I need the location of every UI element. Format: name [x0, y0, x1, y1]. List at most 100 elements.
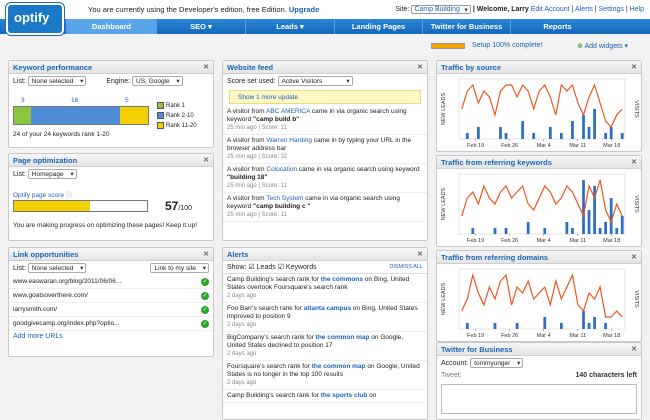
list-select[interactable]: None selected — [27, 76, 87, 86]
visitor-org-link[interactable]: ABC AMERICA — [266, 108, 310, 115]
score-set-select[interactable]: Active Visitors — [277, 76, 353, 86]
widget-header: Traffic by source ✕ — [437, 61, 641, 74]
show-more-update[interactable]: Show 1 more update — [229, 90, 421, 104]
lead-bar — [587, 323, 591, 329]
list-label: List: — [13, 171, 26, 178]
lead-bar — [543, 228, 547, 234]
x-tick-label: Mar 11 — [569, 333, 586, 339]
tab-seo[interactable]: SEO ▾ — [156, 19, 245, 34]
feed-list: A visitor from ABC AMERICA came in via o… — [223, 106, 427, 222]
lead-bar — [593, 109, 596, 139]
list-select[interactable]: Homepage — [27, 169, 77, 179]
list-select[interactable]: None selected — [27, 263, 87, 273]
close-icon[interactable]: ✕ — [631, 63, 637, 71]
optimization-filters: List: Homepage — [9, 167, 213, 181]
close-icon[interactable]: ✕ — [203, 156, 209, 164]
help-icon[interactable]: ⓘ — [66, 192, 73, 199]
alert-list: Camp Building's search rank for the comm… — [223, 274, 427, 403]
alert-meta: 2 days ago — [227, 322, 257, 328]
rank-segment[interactable] — [120, 107, 148, 124]
page-optimization-widget: Page optimization ✕ List: Homepage Optify… — [8, 153, 214, 241]
close-icon[interactable]: ✕ — [417, 63, 423, 71]
link-url[interactable]: www.easwaran.org/blog/2011/06/06... — [13, 278, 121, 285]
y-axis-label: NEW LEADS — [441, 187, 447, 220]
referring-domains-chart: NEW LEADS VISITS Feb 19 Feb 26 Mar 4 Mar 11 Ma… — [441, 268, 639, 339]
lead-bar — [604, 323, 608, 329]
alert-keyword-link[interactable]: the sports club — [321, 392, 368, 399]
check-icon: ✓ — [201, 277, 209, 286]
alert-meta: 2 days ago — [227, 380, 257, 386]
widget-title: Twitter for Business — [441, 345, 513, 354]
optify-logo[interactable]: optify — [6, 3, 64, 35]
legend-rank2: Rank 2-10 — [157, 111, 197, 121]
alerts-link[interactable]: Alerts — [575, 6, 593, 13]
x-tick-label: Mar 4 — [537, 238, 551, 244]
add-widgets-button[interactable]: ⊕ Add widgets ▾ — [577, 42, 628, 50]
close-icon[interactable]: ✕ — [203, 250, 209, 258]
link-row: www.easwaran.org/blog/2011/06/06... ✓ — [9, 275, 213, 289]
rank1-count[interactable]: 3 — [21, 97, 25, 104]
site-select[interactable]: Camp Building — [411, 5, 471, 14]
alert-keyword-link[interactable]: the common map — [312, 363, 366, 370]
keyword-rank-bar — [13, 106, 149, 125]
alert-keyword-link[interactable]: the commons — [321, 276, 363, 283]
chars-left: 140 characters left — [575, 372, 637, 379]
link-url[interactable]: larrysmith.com/ — [13, 306, 57, 313]
lead-bar — [582, 311, 585, 329]
check-icon: ✓ — [201, 319, 209, 328]
legend-label: Rank 11-20 — [166, 123, 197, 129]
rank3-count[interactable]: 5 — [125, 97, 129, 104]
alerts-filters: Show: ☑ Leads ☑ Keywords DISMISS ALL — [223, 261, 427, 274]
link-url[interactable]: goodgivecamp.org/index.php?optio... — [13, 320, 120, 327]
close-icon[interactable]: ✕ — [631, 253, 637, 261]
link-url[interactable]: www.goatsoverthere.com/ — [13, 292, 88, 299]
visitor-org-link[interactable]: Warren Harding — [266, 137, 312, 144]
settings-link[interactable]: Settings — [599, 6, 624, 13]
tab-leads[interactable]: Leads ▾ — [245, 19, 334, 34]
rank-segment[interactable] — [14, 107, 31, 124]
close-icon[interactable]: ✕ — [203, 63, 209, 71]
alert-item: Foursquare's search rank for the common … — [223, 361, 427, 390]
close-icon[interactable]: ✕ — [631, 158, 637, 166]
close-icon[interactable]: ✕ — [417, 250, 423, 258]
rank2-count[interactable]: 16 — [71, 97, 78, 104]
referring-keywords-widget: Traffic from referring keywords ✕ NEW LEA… — [436, 155, 642, 247]
close-icon[interactable]: ✕ — [631, 345, 637, 353]
engine-label: Engine: — [106, 78, 131, 85]
score-label[interactable]: Optify page score ⓘ — [13, 189, 72, 199]
setup-complete-link[interactable]: Setup 100% complete! — [472, 42, 542, 49]
help-link[interactable]: Help — [630, 6, 644, 13]
keyword-performance-widget: Keyword performance ✕ List: None selected… — [8, 60, 214, 148]
feed-meta: 25 min ago | Score: 32 — [227, 154, 288, 160]
leads-checkbox[interactable]: ☑ — [248, 264, 254, 271]
x-tick-label: Mar 11 — [569, 238, 586, 244]
tab-dashboard[interactable]: Dashboard — [66, 19, 156, 34]
edition-notice: You are currently using the Developer's … — [88, 5, 319, 14]
y2-axis-label: VISITS — [633, 290, 639, 308]
keywords-checkbox[interactable]: ☑ — [278, 264, 284, 271]
alert-text: Camp Building's search rank for — [227, 276, 321, 283]
x-tick-label: Mar 18 — [603, 238, 620, 244]
account-select[interactable]: tommyunger — [470, 358, 524, 368]
tab-landing-pages[interactable]: Landing Pages — [334, 19, 422, 34]
tab-reports[interactable]: Reports — [510, 19, 604, 34]
edit-account-link[interactable]: Edit Account — [531, 6, 570, 13]
upgrade-link[interactable]: Upgrade — [289, 5, 319, 14]
site-label: Site: — [395, 6, 410, 13]
tab-twitter[interactable]: Twitter for Business — [422, 19, 510, 34]
add-more-urls-link[interactable]: Add more URLs — [9, 331, 213, 342]
alert-keyword-link[interactable]: atlanta campus — [304, 305, 351, 312]
link-filter-select[interactable]: Link to my site — [150, 263, 209, 273]
visitor-org-link[interactable]: Colocation — [266, 166, 297, 173]
tweet-textarea[interactable] — [441, 384, 637, 414]
rank-segment[interactable] — [30, 107, 121, 124]
keyword-summary: 24 of your 24 keywords rank 1-20 — [13, 131, 110, 138]
engine-select[interactable]: US, Google — [132, 76, 183, 86]
widget-title: Traffic from referring domains — [441, 253, 549, 262]
alert-text: Foursquare's search rank for — [227, 363, 312, 370]
traffic-by-source-chart: NEW LEADS VISITS Feb 19 Feb 26 Mar 4 Mar 11 Ma… — [441, 78, 639, 149]
alert-keyword-link[interactable]: the common map — [316, 334, 370, 341]
visitor-org-link[interactable]: Tech System — [266, 195, 303, 202]
widget-header: Website feed ✕ — [223, 61, 427, 74]
dismiss-all-link[interactable]: DISMISS ALL — [389, 264, 423, 270]
